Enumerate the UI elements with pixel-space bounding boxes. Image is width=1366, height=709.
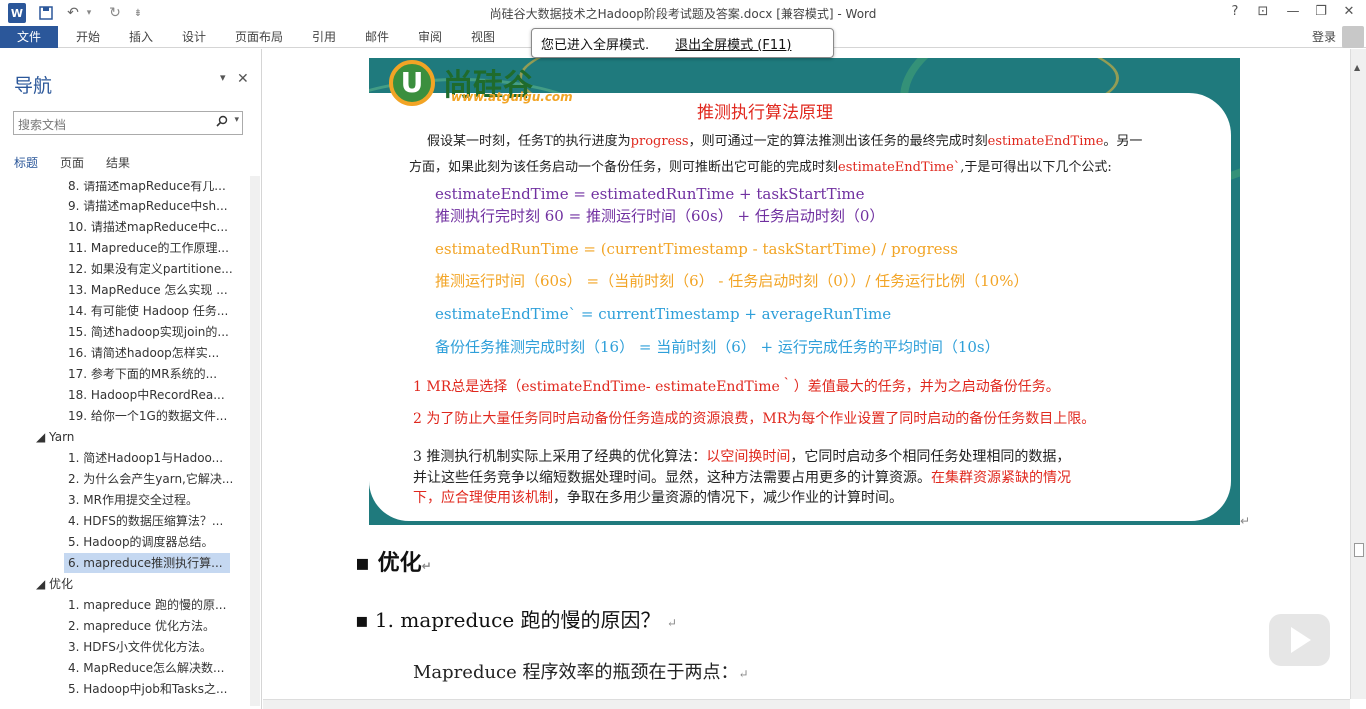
horizontal-scrollbar[interactable] — [263, 699, 1350, 709]
nav-heading-item[interactable]: 4. HDFS的数据压缩算法？... — [68, 511, 223, 531]
tab-design[interactable]: 设计 — [182, 26, 206, 48]
nav-heading-item[interactable]: 1. 简述Hadoop1与Hadoo... — [68, 448, 223, 468]
search-icon[interactable] — [216, 115, 228, 131]
tab-layout[interactable]: 页面布局 — [235, 26, 283, 48]
close-button[interactable]: ✕ — [1336, 2, 1362, 22]
nav-heading-item[interactable]: 17. 参考下面的MR系统的... — [68, 364, 217, 384]
formula-2-cn: 推测运行时间（60s） =（当前时刻（6） - 任务启动时刻（0））/ 任务运行… — [435, 272, 1029, 290]
nav-heading-item[interactable]: 10. 请描述mapReduce中c... — [68, 217, 228, 237]
nav-heading-item[interactable]: 14. 有可能使 Hadoop 任务... — [68, 301, 228, 321]
navigation-pane: 导航 ▾ ✕ 搜索文档 ▾ 标题 页面 结果 8. 请描述mapReduce有几… — [0, 49, 262, 709]
nav-tab-pages[interactable]: 页面 — [60, 154, 84, 171]
nav-heading-item[interactable]: 18. Hadoop中RecordRea... — [68, 385, 225, 405]
ribbon-display-options-button[interactable]: ⊡ — [1250, 2, 1276, 22]
nav-heading-item[interactable]: 13. MapReduce 怎么实现 ... — [68, 280, 228, 300]
nav-heading-item[interactable]: 19. 给你一个1G的数据文件... — [68, 406, 227, 426]
scroll-up-icon[interactable]: ▲ — [1354, 63, 1360, 72]
tab-review[interactable]: 审阅 — [418, 26, 442, 48]
nav-section-yarn[interactable]: ◢ Yarn — [36, 427, 74, 447]
nav-heading-item[interactable]: 8. 请描述mapReduce有几... — [68, 181, 226, 196]
nav-section-optimization[interactable]: ◢ 优化 — [36, 574, 73, 594]
heading-mapreduce-slow: ▪ 1. mapreduce 跑的慢的原因？ ↵ — [355, 608, 677, 632]
slide-intro-line1: 假设某一时刻，任务T的执行进度为progress，则可通过一定的算法推测出该任务… — [427, 134, 1143, 149]
nav-heading-item[interactable]: 1. mapreduce 跑的慢的原... — [68, 595, 226, 615]
login-link[interactable]: 登录 — [1312, 26, 1336, 48]
logo-url: www.atguigu.com — [451, 90, 573, 104]
slide-title: 推测执行算法原理 — [697, 103, 833, 123]
nav-scrollbar[interactable] — [250, 176, 260, 706]
nav-heading-item[interactable]: 2. 为什么会产生yarn,它解决... — [68, 469, 233, 489]
exit-fullscreen-link[interactable]: 退出全屏模式 (F11) — [675, 34, 791, 53]
window-title: 尚硅谷大数据技术之Hadoop阶段考试题及答案.docx [兼容模式] - Wo… — [489, 7, 877, 21]
point-3-line1: 3 推测执行机制实际上采用了经典的优化算法：以空间换时间，它同时启动多个相同任务… — [413, 449, 1071, 465]
tab-file[interactable]: 文件 — [0, 26, 58, 48]
formula-3-en: estimateEndTime` = currentTimestamp + av… — [435, 305, 892, 323]
nav-heading-item[interactable]: 3. HDFS小文件优化方法。 — [68, 637, 212, 657]
point-3-line3: 下，应合理使用该机制，争取在多用少量资源的情况下，减少作业的计算时间。 — [413, 490, 903, 506]
point-2: 2 为了防止大量任务同时启动备份任务造成的资源浪费，MR为每个作业设置了同时启动… — [413, 411, 1096, 427]
help-button[interactable]: ? — [1222, 2, 1248, 22]
slide-image: U 尚硅谷 www.atguigu.com 推测执行算法原理 假设某一时刻，任务… — [369, 58, 1240, 525]
search-dropdown-icon[interactable]: ▾ — [234, 115, 239, 125]
nav-search-box[interactable]: 搜索文档 ▾ — [13, 111, 243, 135]
search-input[interactable]: 搜索文档 — [18, 118, 66, 132]
nav-heading-item[interactable]: 2. mapreduce 优化方法。 — [68, 616, 215, 636]
fullscreen-notice: 您已进入全屏模式. 退出全屏模式 (F11) — [531, 28, 834, 58]
tab-home[interactable]: 开始 — [76, 26, 100, 48]
nav-heading-item[interactable]: 11. Mapreduce的工作原理... — [68, 238, 229, 258]
nav-tabs: 标题 页面 结果 — [14, 154, 152, 171]
restore-button[interactable]: ❐ — [1308, 2, 1334, 22]
point-3-line2: 并让这些任务竞争以缩短数据处理时间。显然，这种方法需要占用更多的计算资源。在集群… — [413, 470, 1071, 486]
paragraph-bottleneck: Mapreduce 程序效率的瓶颈在于两点：↵ — [413, 662, 749, 683]
slide-intro-line2: 方面，如果此刻为该任务启动一个备份任务，则可推断出它可能的完成时刻estimat… — [409, 160, 1112, 175]
nav-heading-item[interactable]: 3. MR作用提交全过程。 — [68, 490, 198, 510]
nav-tab-results[interactable]: 结果 — [106, 154, 130, 171]
nav-heading-item[interactable]: 15. 简述hadoop实现join的... — [68, 322, 229, 342]
nav-heading-item[interactable]: 12. 如果没有定义partitione... — [68, 259, 233, 279]
nav-heading-item[interactable]: 5. Hadoop中job和Tasks之... — [68, 679, 227, 699]
nav-heading-item-selected[interactable]: 6. mapreduce推测执行算... — [64, 553, 230, 573]
fullscreen-message: 您已进入全屏模式. — [541, 37, 650, 53]
tab-insert[interactable]: 插入 — [129, 26, 153, 48]
tab-references[interactable]: 引用 — [312, 26, 336, 48]
formula-3-cn: 备份任务推测完成时刻（16） = 当前时刻（6） + 运行完成任务的平均时间（1… — [435, 338, 1000, 356]
nav-close-icon[interactable]: ✕ — [237, 71, 249, 87]
point-1: 1 MR总是选择（estimateEndTime- estimateEndTim… — [413, 379, 1060, 395]
logo-icon: U — [389, 60, 435, 106]
avatar[interactable] — [1342, 26, 1364, 48]
nav-heading-item[interactable]: 9. 请描述mapReduce中sh... — [68, 196, 228, 216]
tab-mailings[interactable]: 邮件 — [365, 26, 389, 48]
formula-1-cn: 推测执行完时刻 60 = 推测运行时间（60s） + 任务启动时刻（0） — [435, 207, 885, 225]
nav-heading-item[interactable]: 5. Hadoop的调度器总结。 — [68, 532, 214, 552]
nav-options-icon[interactable]: ▾ — [220, 71, 226, 84]
tab-view[interactable]: 视图 — [471, 26, 495, 48]
formula-2-en: estimatedRunTime = (currentTimestamp - t… — [435, 240, 958, 258]
play-button-icon[interactable] — [1269, 614, 1330, 666]
nav-title: 导航 — [14, 75, 53, 97]
title-bar: W ↶ ▾ ↻ ⇟ 尚硅谷大数据技术之Hadoop阶段考试题及答案.docx [… — [0, 0, 1366, 26]
paragraph-mark: ↵ — [1240, 514, 1251, 528]
heading-optimization: ▪ 优化↵ — [355, 551, 432, 576]
scroll-thumb[interactable] — [1354, 543, 1364, 557]
formula-1-en: estimateEndTime = estimatedRunTime + tas… — [435, 185, 865, 203]
nav-heading-item[interactable]: 4. MapReduce怎么解决数... — [68, 658, 224, 678]
vertical-scrollbar[interactable]: ▲ — [1350, 49, 1366, 699]
nav-heading-item[interactable]: 16. 请简述hadoop怎样实... — [68, 343, 219, 363]
minimize-button[interactable]: — — [1280, 2, 1306, 22]
nav-tab-headings[interactable]: 标题 — [14, 154, 38, 171]
